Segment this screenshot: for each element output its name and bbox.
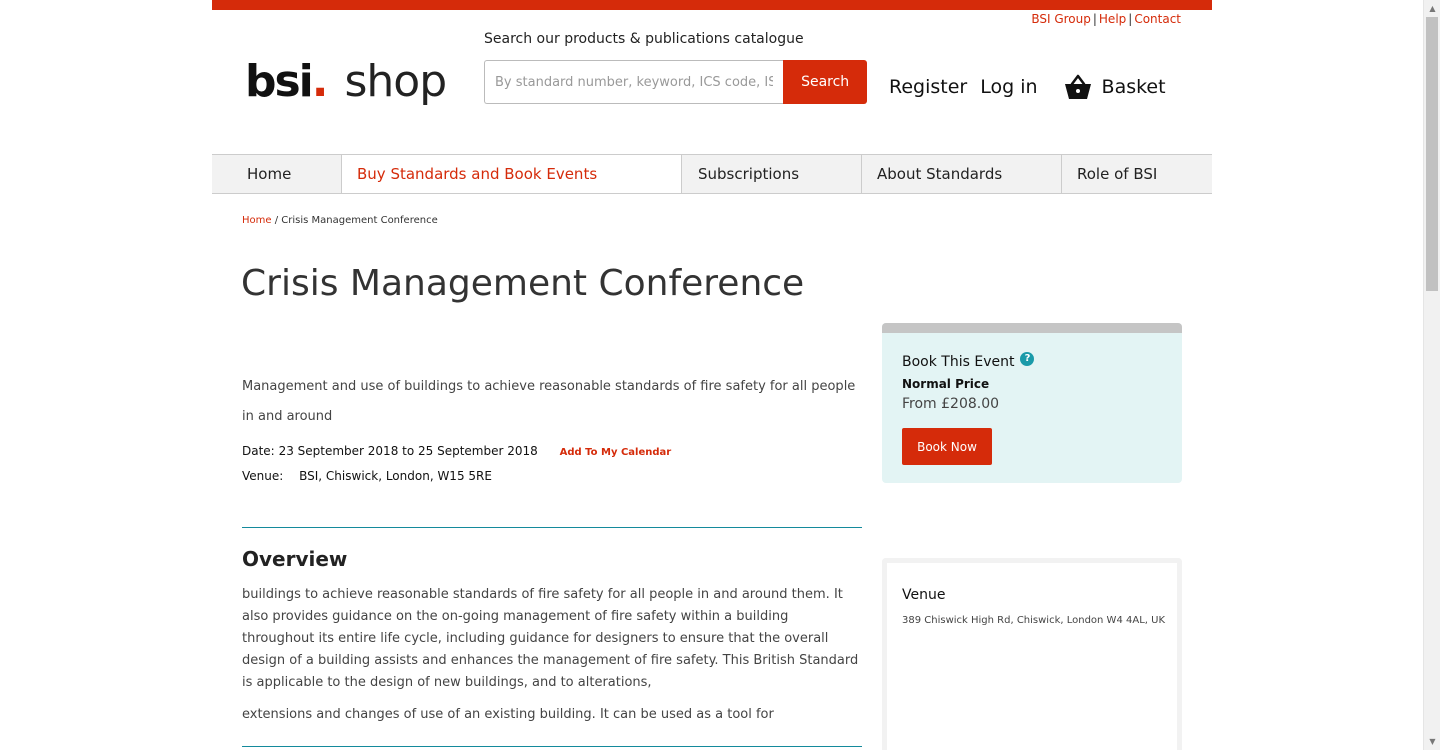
- venue-label: Venue:: [242, 469, 284, 483]
- add-to-calendar-link[interactable]: Add To My Calendar: [560, 447, 672, 458]
- page: BSI Group | Help | Contact bsi. shop Search o…: [212, 0, 1212, 750]
- bsi-group-link[interactable]: BSI Group: [1031, 12, 1091, 26]
- section-divider: [242, 527, 862, 528]
- search-input[interactable]: [484, 60, 784, 104]
- panel-top-bar: [882, 323, 1182, 333]
- login-link[interactable]: Log in: [980, 76, 1037, 98]
- nav-item-about-standards[interactable]: About Standards: [862, 155, 1062, 193]
- contact-link[interactable]: Contact: [1134, 12, 1181, 26]
- breadcrumb: Home / Crisis Management Conference: [242, 215, 438, 226]
- nav-item-home[interactable]: Home: [212, 155, 342, 193]
- main-nav: Home Buy Standards and Book Events Subsc…: [212, 154, 1212, 194]
- scroll-down-icon[interactable]: ▼: [1424, 733, 1440, 750]
- overview-paragraph: extensions and changes of use of an exis…: [242, 707, 774, 722]
- venue-panel-title: Venue: [902, 587, 946, 603]
- logo-shop-text: shop: [344, 56, 448, 107]
- nav-item-subscriptions[interactable]: Subscriptions: [682, 155, 862, 193]
- search-heading: Search our products & publications catal…: [484, 31, 804, 47]
- basket-link[interactable]: Basket: [1064, 74, 1166, 100]
- page-scrollbar[interactable]: ▲ ▼: [1423, 0, 1440, 750]
- scroll-up-icon[interactable]: ▲: [1424, 0, 1440, 17]
- date-value: 23 September 2018 to 25 September 2018: [278, 444, 538, 458]
- top-brand-strip: [212, 0, 1212, 10]
- basket-icon: [1064, 74, 1091, 99]
- header-actions: Register Log in Basket: [889, 74, 1166, 100]
- logo-bsi-text: bsi: [245, 56, 314, 107]
- section-divider: [242, 746, 862, 747]
- search-form: Search: [484, 60, 867, 104]
- help-link[interactable]: Help: [1099, 12, 1126, 26]
- breadcrumb-separator: /: [274, 215, 279, 226]
- venue-value: BSI, Chiswick, London, W15 5RE: [299, 469, 492, 483]
- venue-panel: Venue 389 Chiswick High Rd, Chiswick, Lo…: [882, 558, 1182, 750]
- event-venue: Venue: BSI, Chiswick, London, W15 5RE: [242, 469, 492, 483]
- separator: |: [1092, 12, 1097, 26]
- nav-item-buy-standards[interactable]: Buy Standards and Book Events: [342, 155, 682, 193]
- nav-item-role-of-bsi[interactable]: Role of BSI: [1062, 155, 1212, 193]
- event-intro: Management and use of buildings to achie…: [242, 379, 856, 424]
- price-label: Normal Price: [902, 377, 990, 391]
- overview-heading: Overview: [242, 547, 348, 571]
- logo-dot: .: [311, 56, 329, 107]
- book-event-title-text: Book This Event: [902, 354, 1015, 370]
- breadcrumb-current: Crisis Management Conference: [281, 215, 438, 226]
- help-icon[interactable]: ?: [1020, 352, 1035, 366]
- page-title: Crisis Management Conference: [241, 263, 805, 304]
- overview-paragraph: buildings to achieve reasonable standard…: [242, 587, 859, 690]
- search-button[interactable]: Search: [783, 60, 867, 104]
- book-now-button[interactable]: Book Now: [902, 428, 992, 465]
- register-link[interactable]: Register: [889, 76, 967, 98]
- price-value: From £208.00: [902, 396, 1000, 412]
- book-event-panel: Book This Event ? Normal Price From £208…: [882, 323, 1182, 483]
- utility-links: BSI Group | Help | Contact: [1031, 12, 1181, 26]
- event-date: Date: 23 September 2018 to 25 September …: [242, 444, 671, 458]
- basket-label: Basket: [1101, 76, 1166, 98]
- book-event-title: Book This Event ?: [902, 352, 1035, 370]
- breadcrumb-home[interactable]: Home: [242, 215, 272, 226]
- venue-panel-address: 389 Chiswick High Rd, Chiswick, London W…: [902, 615, 1165, 626]
- date-label: Date:: [242, 444, 275, 458]
- bsi-shop-logo[interactable]: bsi. shop: [245, 56, 448, 116]
- scrollbar-thumb[interactable]: [1426, 17, 1438, 291]
